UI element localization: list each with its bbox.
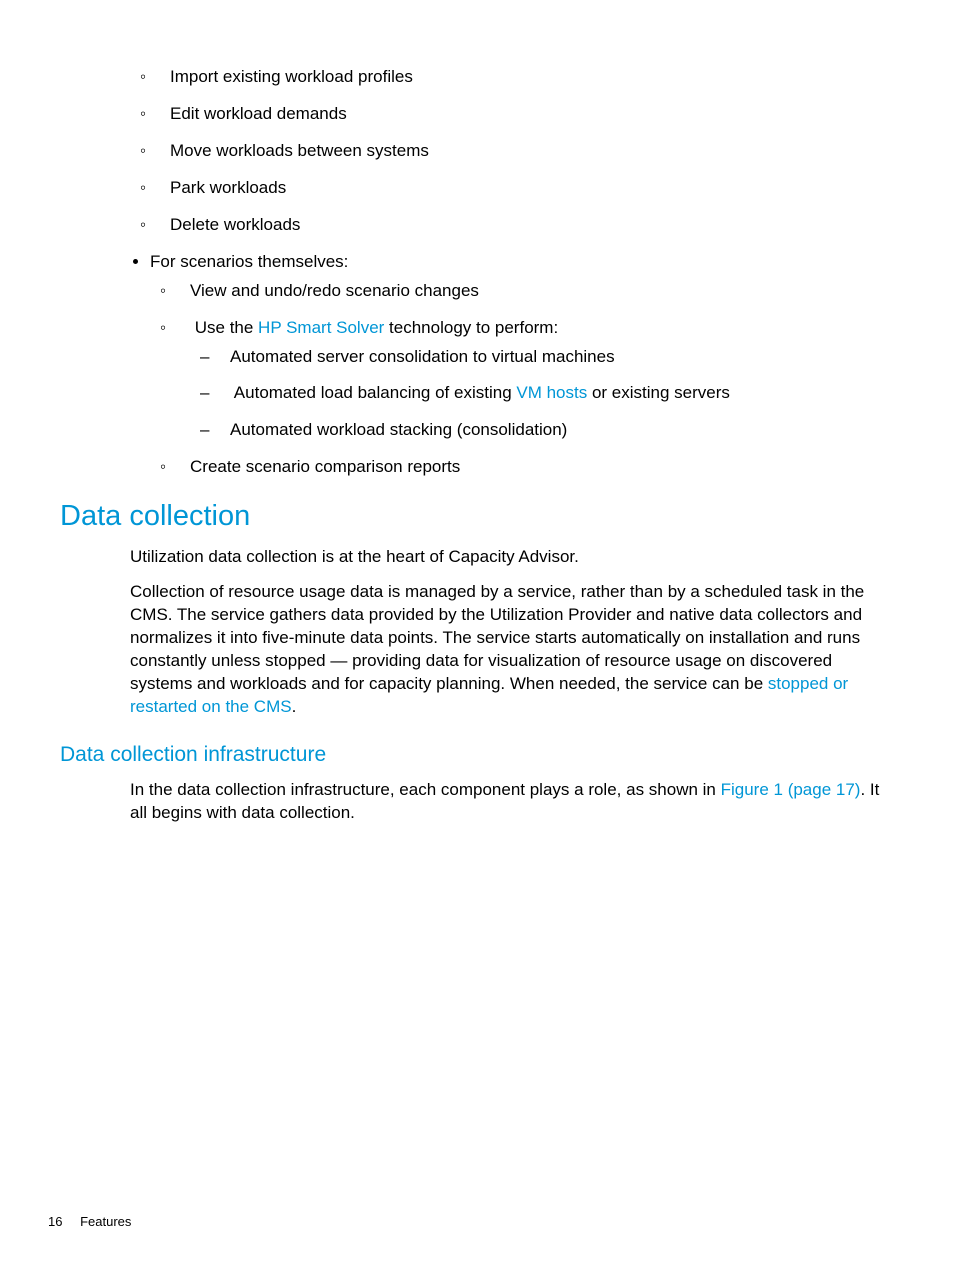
paragraph: Collection of resource usage data is man…: [130, 581, 894, 719]
text: In the data collection infrastructure, e…: [130, 780, 721, 799]
text: Use the: [195, 318, 258, 337]
page-number: 16: [48, 1214, 62, 1229]
scenario-sublist: View and undo/redo scenario changes Use …: [150, 280, 894, 480]
page-footer: 16 Features: [48, 1213, 131, 1231]
list-item: Import existing workload profiles: [170, 66, 894, 89]
text: technology to perform:: [384, 318, 558, 337]
list-item: For scenarios themselves: View and undo/…: [150, 251, 894, 480]
footer-section: Features: [80, 1214, 131, 1229]
list-item: Automated workload stacking (consolidati…: [230, 419, 894, 442]
list-item: View and undo/redo scenario changes: [190, 280, 894, 303]
workload-sublist: Import existing workload profiles Edit w…: [130, 66, 894, 237]
heading-data-collection-infrastructure: Data collection infrastructure: [60, 741, 894, 769]
list-item: Automated load balancing of existing VM …: [230, 382, 894, 405]
list-item: Use the HP Smart Solver technology to pe…: [190, 317, 894, 443]
figure-1-link[interactable]: Figure 1 (page 17): [721, 780, 861, 799]
scenario-list: For scenarios themselves: View and undo/…: [130, 251, 894, 480]
paragraph: In the data collection infrastructure, e…: [130, 779, 894, 825]
paragraph: Utilization data collection is at the he…: [130, 546, 894, 569]
hp-smart-solver-link[interactable]: HP Smart Solver: [258, 318, 384, 337]
perform-list: Automated server consolidation to virtua…: [190, 346, 894, 443]
text: or existing servers: [587, 383, 730, 402]
list-item: Automated server consolidation to virtua…: [230, 346, 894, 369]
vm-hosts-link[interactable]: VM hosts: [516, 383, 587, 402]
list-item: Delete workloads: [170, 214, 894, 237]
text: Collection of resource usage data is man…: [130, 582, 864, 693]
text: Automated load balancing of existing: [234, 383, 517, 402]
list-item: Move workloads between systems: [170, 140, 894, 163]
list-item-label: For scenarios themselves:: [150, 252, 348, 271]
heading-data-collection: Data collection: [60, 497, 894, 536]
list-item: Park workloads: [170, 177, 894, 200]
page-content: Import existing workload profiles Edit w…: [130, 66, 894, 825]
text: .: [292, 697, 297, 716]
list-item: Edit workload demands: [170, 103, 894, 126]
list-item: Create scenario comparison reports: [190, 456, 894, 479]
